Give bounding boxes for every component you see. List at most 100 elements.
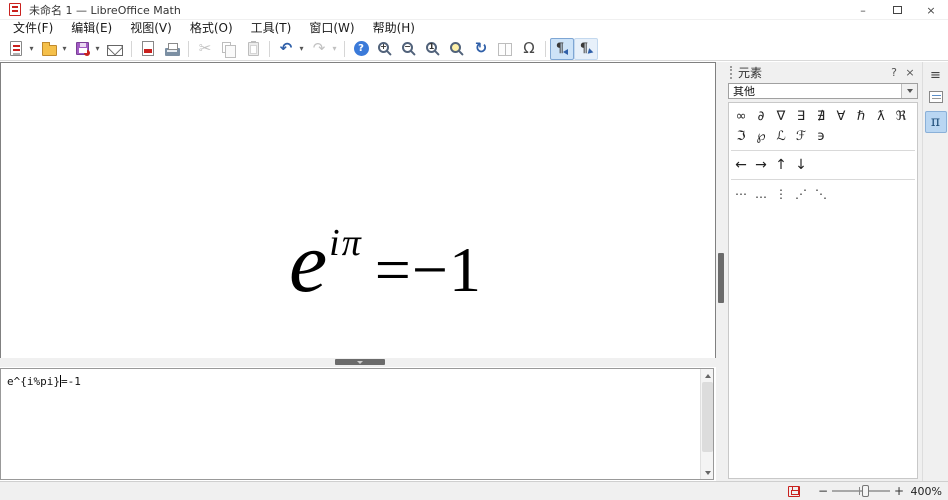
symbol-button[interactable]: … — [751, 184, 771, 204]
formula-preview-area[interactable]: eiπ=−1 — [0, 62, 716, 358]
vertical-splitter-handle[interactable] — [718, 253, 724, 303]
symbol-button[interactable]: ƛ — [871, 106, 891, 126]
elements-tab[interactable]: π — [925, 111, 947, 133]
symbol-button[interactable]: ℱ — [791, 126, 811, 146]
print-button[interactable] — [160, 38, 184, 60]
zoom-100-button[interactable]: 1 — [421, 38, 445, 60]
symbol-button[interactable]: ⋱ — [811, 184, 831, 204]
menu-item[interactable]: 帮助(H) — [364, 20, 424, 37]
zoom-controls: − + 400% — [816, 482, 944, 500]
new-formula-button[interactable] — [4, 38, 28, 60]
symbol-button[interactable]: ⋰ — [791, 184, 811, 204]
zoom-level-value[interactable]: 400% — [906, 485, 944, 498]
paste-button[interactable] — [241, 38, 265, 60]
save-button[interactable] — [70, 38, 94, 60]
symbol-button[interactable]: ℒ — [771, 126, 791, 146]
document-modified-icon[interactable] — [788, 486, 800, 497]
scrollbar-thumb[interactable] — [702, 382, 713, 452]
libreoffice-math-window: 未命名 1 — LibreOffice Math – × 文件(F)编辑(E)视… — [0, 0, 948, 500]
zoom-in-button[interactable]: + — [373, 38, 397, 60]
symbol-button[interactable]: ⋮ — [771, 184, 791, 204]
command-scrollbar[interactable] — [700, 369, 713, 479]
panel-close-button[interactable]: × — [902, 64, 918, 80]
sidebar-settings-button[interactable]: ≡ — [925, 65, 947, 85]
category-dropdown[interactable]: 其他 — [728, 83, 918, 99]
save-dropdown-caret[interactable]: ▾ — [93, 44, 102, 53]
symbol-button[interactable]: ℑ — [731, 126, 751, 146]
symbol-button[interactable]: ⋯ — [731, 184, 751, 204]
symbols-button[interactable]: Ω — [517, 38, 541, 60]
statusbar-zoom-in-button[interactable]: + — [892, 484, 906, 498]
undo-dropdown-caret[interactable]: ▾ — [297, 44, 306, 53]
help-icon: ? — [354, 41, 369, 56]
open-dropdown-caret[interactable]: ▾ — [60, 44, 69, 53]
menu-item[interactable]: 编辑(E) — [62, 20, 121, 37]
scroll-up-button[interactable] — [701, 369, 714, 382]
symbol-button[interactable]: ℜ — [891, 106, 911, 126]
properties-tab[interactable] — [925, 87, 947, 107]
menu-item[interactable]: 文件(F) — [4, 20, 62, 37]
open-button[interactable] — [37, 38, 61, 60]
split-view-button[interactable] — [493, 38, 517, 60]
zoom-out-button[interactable]: − — [397, 38, 421, 60]
cut-button[interactable]: ✂ — [193, 38, 217, 60]
menu-item[interactable]: 窗口(W) — [300, 20, 363, 37]
redo-button[interactable]: ↷ — [307, 38, 331, 60]
symbol-button[interactable]: ∀ — [831, 106, 851, 126]
minimize-button[interactable]: – — [846, 0, 880, 20]
symbol-button[interactable]: ∄ — [811, 106, 831, 126]
command-text[interactable]: e^{i%pi}=-1 — [7, 375, 81, 388]
formula-cursor-button[interactable]: ¶ — [550, 38, 574, 60]
zoom-out-icon: − — [402, 42, 413, 53]
zoom-in-icon: + — [378, 42, 389, 53]
statusbar-zoom-out-button[interactable]: − — [816, 484, 830, 498]
new-dropdown-caret[interactable]: ▾ — [27, 44, 36, 53]
symbol-button[interactable]: ∇ — [771, 106, 791, 126]
update-button[interactable]: ↻ — [469, 38, 493, 60]
elements-panel-header: 元素 ? × — [726, 62, 922, 82]
redo-dropdown-caret[interactable]: ▾ — [330, 44, 339, 53]
close-button[interactable]: × — [914, 0, 948, 20]
symbol-button[interactable]: → — [751, 155, 771, 175]
export-pdf-button[interactable] — [136, 38, 160, 60]
standard-toolbar: ▾ ▾ ▾ ✂ ↶ ▾ ↷ ▾ ? + − 1 ↻ Ω ¶ ¶ — [0, 37, 948, 61]
symbol-button[interactable]: ↑ — [771, 155, 791, 175]
menu-item[interactable]: 视图(V) — [121, 20, 181, 37]
redo-icon: ↷ — [313, 41, 326, 56]
menu-item[interactable]: 格式(O) — [181, 20, 242, 37]
help-button[interactable]: ? — [349, 38, 373, 60]
symbol-button[interactable]: ↓ — [791, 155, 811, 175]
maximize-button[interactable] — [880, 0, 914, 20]
scroll-down-button[interactable] — [701, 466, 714, 479]
formula-base: e — [289, 214, 327, 310]
maximize-icon — [893, 6, 902, 14]
elements-panel: 元素 ? × 其他 ∞∂∇∃∄∀ℏƛℜ ℑ℘ℒℱ϶ ←→↑↓ ⋯…⋮⋰⋱ — [726, 62, 922, 481]
command-window[interactable]: e^{i%pi}=-1 — [0, 368, 714, 480]
zoom-slider[interactable] — [832, 482, 890, 500]
toolbar-separator — [545, 41, 546, 57]
symbol-button[interactable]: ℘ — [751, 126, 771, 146]
symbol-button[interactable]: ∂ — [751, 106, 771, 126]
dropdown-arrow-icon[interactable] — [901, 84, 917, 98]
menu-item[interactable]: 工具(T) — [242, 20, 301, 37]
splitter-handle[interactable] — [335, 359, 385, 365]
show-all-button[interactable] — [445, 38, 469, 60]
symbol-button[interactable]: ℏ — [851, 106, 871, 126]
symbol-button[interactable]: ∞ — [731, 106, 751, 126]
symbol-button[interactable]: ∃ — [791, 106, 811, 126]
email-button[interactable] — [103, 38, 127, 60]
new-document-icon — [10, 41, 22, 56]
copy-button[interactable] — [217, 38, 241, 60]
omega-symbols-icon: Ω — [523, 41, 534, 56]
insert-text-cursor-button[interactable]: ¶ — [574, 38, 598, 60]
zoom-slider-thumb[interactable] — [862, 485, 869, 497]
horizontal-splitter[interactable] — [0, 358, 726, 367]
panel-grip-icon[interactable] — [730, 66, 733, 79]
undo-button[interactable]: ↶ — [274, 38, 298, 60]
app-icon — [9, 3, 21, 16]
formula-superscript: iπ — [329, 222, 363, 264]
vertical-splitter[interactable] — [716, 62, 726, 481]
symbol-button[interactable]: ϶ — [811, 126, 831, 146]
panel-help-button[interactable]: ? — [886, 64, 902, 80]
symbol-button[interactable]: ← — [731, 155, 751, 175]
